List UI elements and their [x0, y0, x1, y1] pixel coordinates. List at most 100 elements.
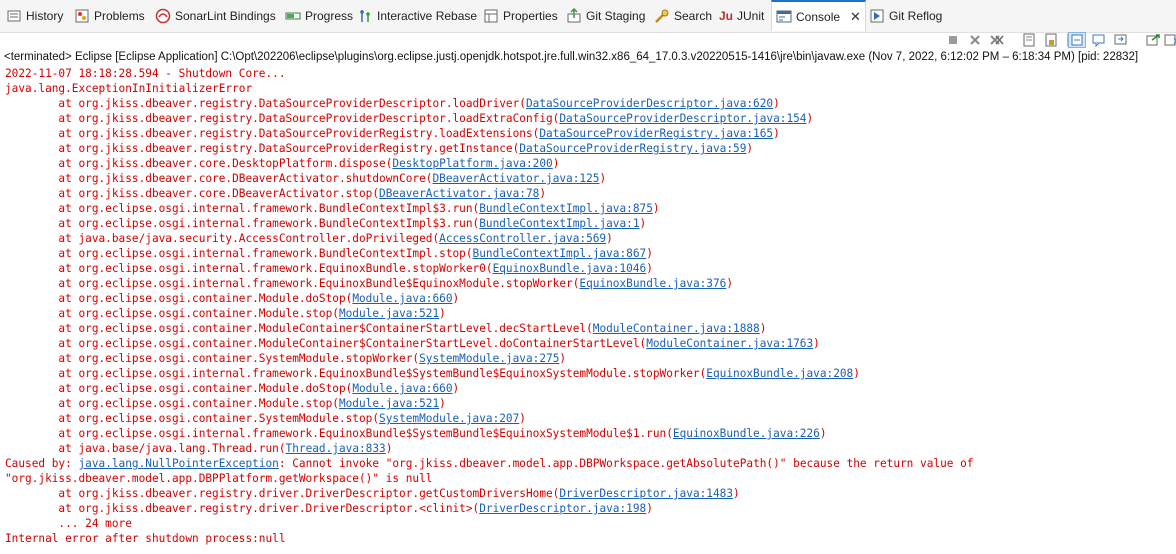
tab-git-staging[interactable]: Git Staging	[566, 0, 645, 32]
source-link[interactable]: Module.java:660	[352, 292, 452, 305]
pin-console-icon[interactable]	[1112, 32, 1130, 48]
problems-icon	[74, 8, 90, 24]
console-line: java.lang.ExceptionInInitializerError	[5, 82, 253, 95]
stack-frame-line: at org.eclipse.osgi.container.Module.sto…	[5, 397, 446, 410]
tab-properties[interactable]: Properties	[483, 0, 558, 32]
stack-frame-line: at org.eclipse.osgi.container.Module.doS…	[5, 382, 460, 395]
open-console-icon[interactable]	[1144, 32, 1162, 48]
source-link[interactable]: EquinoxBundle.java:208	[706, 367, 853, 380]
source-link[interactable]: DBeaverActivator.java:78	[379, 187, 539, 200]
tab-label: JUnit	[737, 9, 765, 23]
stack-frame-line: at org.eclipse.osgi.internal.framework.B…	[5, 202, 660, 215]
tab-junit[interactable]: Ju JUnit	[719, 0, 764, 32]
sonarlint-icon	[155, 8, 171, 24]
close-icon[interactable]: ✕	[850, 9, 861, 25]
source-link[interactable]: DriverDescriptor.java:1483	[559, 487, 733, 500]
source-link[interactable]: DriverDescriptor.java:198	[479, 502, 646, 515]
stack-frame-line: at org.eclipse.osgi.container.SystemModu…	[5, 352, 567, 365]
stack-frame-line: at org.eclipse.osgi.container.ModuleCont…	[5, 337, 820, 350]
tab-label: History	[26, 9, 64, 23]
stack-frame-line: at org.jkiss.dbeaver.registry.DataSource…	[5, 97, 780, 110]
stack-frame-line: at org.eclipse.osgi.container.SystemModu…	[5, 412, 526, 425]
stack-frame-line: at org.jkiss.dbeaver.registry.driver.Dri…	[5, 502, 653, 515]
source-link[interactable]: BundleContextImpl.java:875	[479, 202, 653, 215]
console-line: 2022-11-07 18:18:28.594 - Shutdown Core.…	[5, 67, 286, 80]
source-link[interactable]: ModuleContainer.java:1888	[593, 322, 760, 335]
tab-git-reflog[interactable]: Git Reflog	[869, 0, 942, 32]
git-reflog-icon	[869, 8, 885, 24]
source-link[interactable]: Module.java:521	[339, 397, 439, 410]
source-link[interactable]: Thread.java:833	[286, 442, 386, 455]
tab-console[interactable]: Console ✕	[771, 0, 866, 31]
stack-frame-line: at org.eclipse.osgi.internal.framework.E…	[5, 262, 653, 275]
source-link[interactable]: SystemModule.java:207	[379, 412, 519, 425]
tab-label: Git Staging	[586, 9, 646, 23]
source-link[interactable]: DBeaverActivator.java:125	[432, 172, 599, 185]
stack-frame-line: at org.eclipse.osgi.container.ModuleCont…	[5, 322, 767, 335]
console-output[interactable]: 2022-11-07 18:18:28.594 - Shutdown Core.…	[5, 66, 1171, 546]
stack-frame-line: at org.eclipse.osgi.internal.framework.B…	[5, 217, 647, 230]
junit-icon: Ju	[719, 9, 734, 23]
stack-frame-line: at org.eclipse.osgi.internal.framework.E…	[5, 427, 827, 440]
show-error-output-icon[interactable]	[1090, 32, 1108, 48]
stack-frame-line: at org.eclipse.osgi.container.Module.doS…	[5, 292, 460, 305]
source-link[interactable]: EquinoxBundle.java:376	[579, 277, 726, 290]
source-link[interactable]: DataSourceProviderRegistry.java:59	[519, 142, 746, 155]
source-link[interactable]: DesktopPlatform.java:200	[392, 157, 552, 170]
terminate-icon[interactable]	[944, 32, 962, 48]
rebase-icon	[357, 8, 373, 24]
stack-frame-line: at org.eclipse.osgi.internal.framework.E…	[5, 367, 860, 380]
search-icon	[654, 8, 670, 24]
tab-progress[interactable]: Progress	[285, 0, 353, 32]
stack-frame-line: at org.jkiss.dbeaver.registry.DataSource…	[5, 127, 780, 140]
tab-label: Git Reflog	[889, 9, 943, 23]
stack-frame-line: at java.base/java.lang.Thread.run(Thread…	[5, 442, 393, 455]
tab-label: Progress	[305, 9, 354, 23]
tab-label: Problems	[94, 9, 145, 23]
stack-frame-line: at org.jkiss.dbeaver.registry.driver.Dri…	[5, 487, 740, 500]
stack-frame-line: at java.base/java.security.AccessControl…	[5, 232, 613, 245]
remove-launch-icon[interactable]	[966, 32, 984, 48]
tab-history[interactable]: History	[6, 0, 63, 32]
exception-link[interactable]: java.lang.NullPointerException	[78, 457, 278, 470]
display-selected-console-icon[interactable]	[1162, 32, 1176, 48]
tab-interactive-rebase[interactable]: Interactive Rebase	[357, 0, 477, 32]
source-link[interactable]: AccessController.java:569	[439, 232, 606, 245]
tab-label: Search	[674, 9, 713, 23]
clear-console-icon[interactable]	[1020, 32, 1038, 48]
show-console-on-output-icon[interactable]	[1068, 32, 1086, 48]
source-link[interactable]: Module.java:521	[339, 307, 439, 320]
progress-icon	[285, 8, 301, 24]
tab-label: Console	[796, 9, 841, 24]
history-icon	[6, 8, 22, 24]
stack-frame-line: at org.eclipse.osgi.internal.framework.B…	[5, 247, 653, 260]
stack-frame-line: at org.jkiss.dbeaver.core.DesktopPlatfor…	[5, 157, 560, 170]
properties-icon	[483, 8, 499, 24]
source-link[interactable]: BundleContextImpl.java:1	[479, 217, 639, 230]
stack-frame-line: at org.jkiss.dbeaver.registry.DataSource…	[5, 112, 814, 125]
stack-frame-line: at org.jkiss.dbeaver.core.DBeaverActivat…	[5, 172, 607, 185]
tab-sonarlint-bindings[interactable]: SonarLint Bindings	[155, 0, 276, 32]
console-toolbar	[0, 32, 1176, 50]
tab-problems[interactable]: Problems	[74, 0, 145, 32]
stack-frame-line: at org.jkiss.dbeaver.registry.DataSource…	[5, 142, 754, 155]
source-link[interactable]: SystemModule.java:275	[419, 352, 559, 365]
console-line: "org.jkiss.dbeaver.model.app.DBPPlatform…	[5, 472, 433, 485]
view-tab-bar: History Problems SonarLint Bindings Prog…	[0, 0, 1176, 33]
console-process-label: <terminated> Eclipse [Eclipse Applicatio…	[4, 51, 1139, 63]
source-link[interactable]: ModuleContainer.java:1763	[646, 337, 813, 350]
console-line: Internal error after shutdown process:nu…	[5, 532, 286, 545]
console-icon	[776, 9, 792, 25]
remove-all-terminated-icon[interactable]	[988, 32, 1006, 48]
source-link[interactable]: DataSourceProviderRegistry.java:165	[539, 127, 773, 140]
source-link[interactable]: EquinoxBundle.java:226	[673, 427, 820, 440]
scroll-lock-icon[interactable]	[1042, 32, 1060, 48]
source-link[interactable]: DataSourceProviderDescriptor.java:154	[559, 112, 806, 125]
source-link[interactable]: EquinoxBundle.java:1046	[493, 262, 647, 275]
source-link[interactable]: DataSourceProviderDescriptor.java:620	[526, 97, 773, 110]
stack-frame-line: at org.jkiss.dbeaver.core.DBeaverActivat…	[5, 187, 547, 200]
tab-search[interactable]: Search	[654, 0, 712, 32]
source-link[interactable]: BundleContextImpl.java:867	[473, 247, 647, 260]
git-staging-icon	[566, 8, 582, 24]
source-link[interactable]: Module.java:660	[352, 382, 452, 395]
